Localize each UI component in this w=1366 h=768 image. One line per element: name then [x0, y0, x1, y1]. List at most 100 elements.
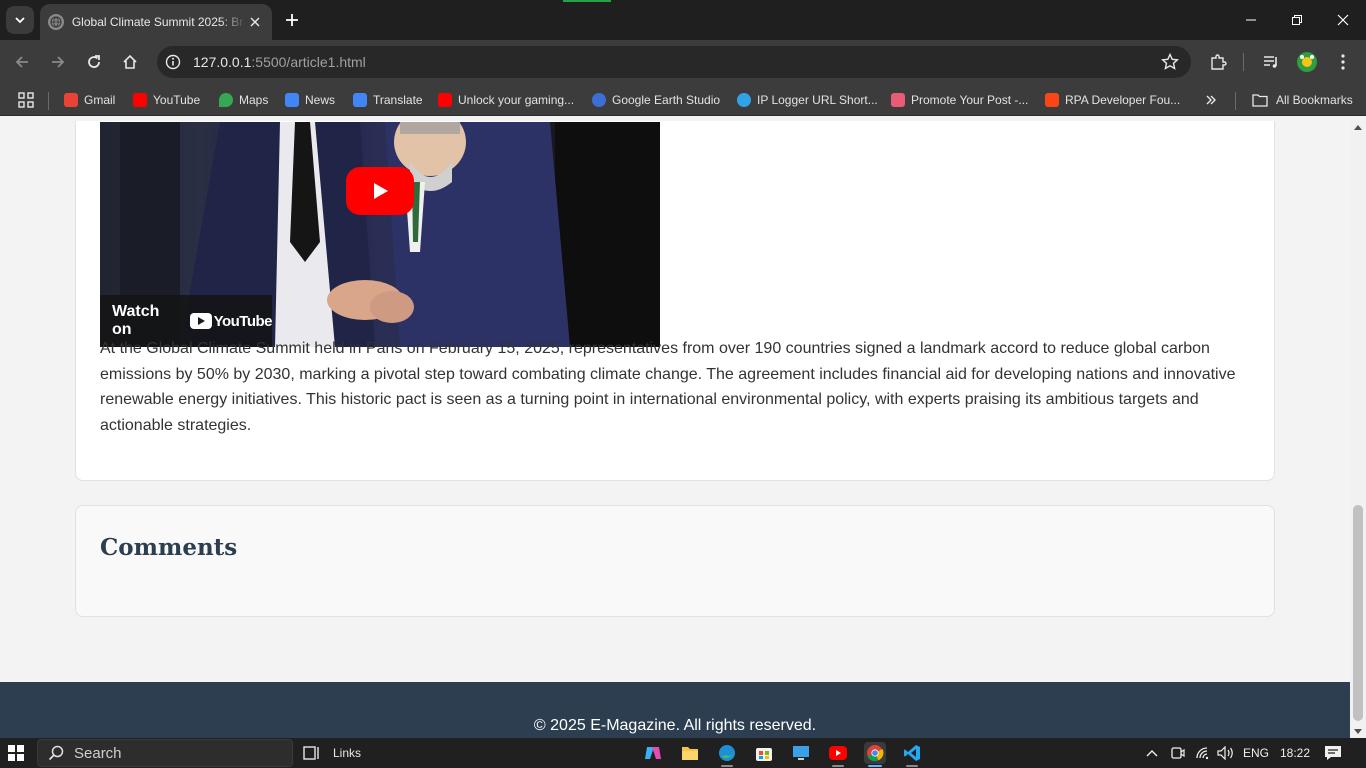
all-bookmarks-button[interactable]: All Bookmarks	[1252, 91, 1353, 109]
home-icon	[123, 54, 137, 69]
arrow-right-icon	[52, 56, 65, 68]
kebab-menu-icon	[1341, 54, 1345, 70]
tray-language[interactable]: ENG	[1243, 738, 1269, 768]
bookmark-gmail[interactable]: Gmail	[64, 91, 115, 109]
home-button[interactable]	[116, 48, 144, 76]
bookmark-maps[interactable]: Maps	[219, 91, 268, 109]
footer-copyright: © 2025 E-Magazine. All rights reserved.	[533, 717, 817, 734]
bookmark-promote-post[interactable]: Promote Your Post -...	[891, 91, 1028, 109]
translate-icon	[353, 93, 367, 107]
edge-icon	[719, 745, 735, 761]
bookmarks-divider	[1235, 92, 1236, 110]
bookmark-translate[interactable]: Translate	[353, 91, 423, 109]
bookmark-label: Maps	[239, 93, 269, 107]
rocket-icon	[891, 93, 905, 107]
clock-time: 18:22	[1280, 746, 1311, 760]
url-host: 127.0.0.1	[193, 54, 252, 70]
bookmark-google-earth-studio[interactable]: Google Earth Studio	[592, 91, 720, 109]
tab-search-button[interactable]	[6, 6, 34, 34]
globe-icon	[48, 14, 64, 30]
bookmark-label: YouTube	[153, 93, 201, 107]
taskbar-store[interactable]	[753, 742, 775, 764]
bookmark-label: RPA Developer Fou...	[1065, 93, 1181, 107]
taskbar-youtube[interactable]	[827, 742, 849, 767]
bookmark-news[interactable]: News	[285, 91, 335, 109]
bookmark-label: Translate	[373, 93, 423, 107]
taskbar-file-explorer[interactable]	[679, 742, 701, 764]
close-tab-icon[interactable]	[246, 13, 264, 31]
bookmark-label: Google Earth Studio	[612, 93, 721, 107]
article-card: Watch on YouTube At the Global Climate S…	[75, 121, 1275, 481]
bookmark-label: Unlock your gaming...	[458, 93, 575, 107]
new-tab-button[interactable]	[280, 8, 304, 32]
restore-button[interactable]	[1274, 0, 1320, 40]
taskbar-chrome[interactable]	[864, 742, 886, 767]
links-label: Links	[333, 746, 362, 760]
youtube-icon	[133, 93, 147, 107]
info-icon[interactable]	[165, 54, 181, 70]
apps-grid-icon	[18, 92, 34, 108]
taskbar-vscode[interactable]	[901, 742, 923, 767]
reload-icon	[88, 55, 100, 68]
bookmark-rpa-developer[interactable]: RPA Developer Fou...	[1045, 91, 1180, 109]
more-bookmarks-button[interactable]	[1205, 91, 1217, 109]
search-icon	[48, 745, 64, 761]
forward-button[interactable]	[44, 48, 72, 76]
youtube-icon	[829, 746, 847, 760]
media-controls-button[interactable]	[1259, 50, 1283, 74]
address-bar[interactable]: 127.0.0.1:5500/article1.html	[157, 46, 1191, 78]
taskbar-edge[interactable]	[716, 742, 738, 767]
reload-button[interactable]	[80, 48, 108, 76]
browser-menu-button[interactable]	[1331, 50, 1355, 74]
youtube-play-icon	[189, 313, 212, 329]
avatar-icon	[1297, 52, 1317, 72]
tray-volume[interactable]	[1217, 738, 1235, 768]
browser-toolbar: 127.0.0.1:5500/article1.html	[0, 40, 1366, 84]
extensions-button[interactable]	[1206, 50, 1230, 74]
links-toolbar[interactable]: Links	[303, 743, 361, 763]
minimize-button[interactable]	[1228, 0, 1274, 40]
windows-start-icon[interactable]	[8, 745, 24, 761]
notification-icon	[1325, 746, 1341, 760]
apps-button[interactable]	[18, 91, 34, 109]
bookmarks-bar: Gmail YouTube Maps News Translate Unlock…	[0, 84, 1366, 116]
plus-icon	[286, 14, 298, 26]
scrollbar-thumb[interactable]	[1353, 505, 1363, 721]
all-bookmarks-label: All Bookmarks	[1276, 93, 1353, 107]
maps-icon	[219, 93, 233, 107]
bookmark-star-icon[interactable]	[1161, 53, 1179, 71]
page-viewport: Watch on YouTube At the Global Climate S…	[0, 121, 1350, 738]
close-icon	[1337, 14, 1349, 26]
bookmark-unlock-gaming[interactable]: Unlock your gaming...	[438, 91, 574, 109]
back-button[interactable]	[8, 48, 36, 76]
scroll-up-arrow[interactable]	[1354, 125, 1362, 130]
taskbar-remote-desktop[interactable]	[790, 742, 812, 764]
monitor-icon	[793, 746, 809, 760]
puzzle-icon	[1211, 54, 1227, 70]
show-hidden-icons[interactable]	[1146, 738, 1158, 768]
bookmark-ip-logger[interactable]: IP Logger URL Short...	[737, 91, 878, 109]
scroll-down-arrow[interactable]	[1354, 729, 1362, 734]
play-button[interactable]	[346, 167, 414, 215]
page-scrollbar[interactable]	[1350, 121, 1366, 738]
browser-titlebar: Global Climate Summit 2025: Br	[0, 0, 1366, 40]
url-path: :5500/article1.html	[251, 54, 366, 70]
earth-icon	[592, 93, 606, 107]
active-tab[interactable]: Global Climate Summit 2025: Br	[40, 4, 272, 40]
tray-notifications[interactable]	[1324, 738, 1342, 768]
tray-network[interactable]	[1195, 738, 1211, 768]
bookmarks-divider	[48, 92, 49, 110]
chrome-icon	[867, 745, 884, 762]
windows-taskbar: Search Links ENG 18:22	[0, 738, 1366, 768]
youtube-embed[interactable]: Watch on YouTube	[100, 122, 660, 347]
bookmark-youtube[interactable]: YouTube	[133, 91, 200, 109]
close-window-button[interactable]	[1320, 0, 1366, 40]
wifi-icon	[1196, 747, 1209, 760]
article-body: At the Global Climate Summit held in Par…	[100, 340, 1236, 434]
taskbar-copilot[interactable]	[642, 742, 664, 764]
tray-clock[interactable]: 18:22	[1280, 738, 1310, 768]
speaker-icon	[1217, 746, 1233, 760]
taskbar-search[interactable]: Search	[37, 739, 293, 767]
profile-avatar[interactable]	[1295, 50, 1319, 74]
tray-meet-now[interactable]	[1171, 738, 1185, 768]
